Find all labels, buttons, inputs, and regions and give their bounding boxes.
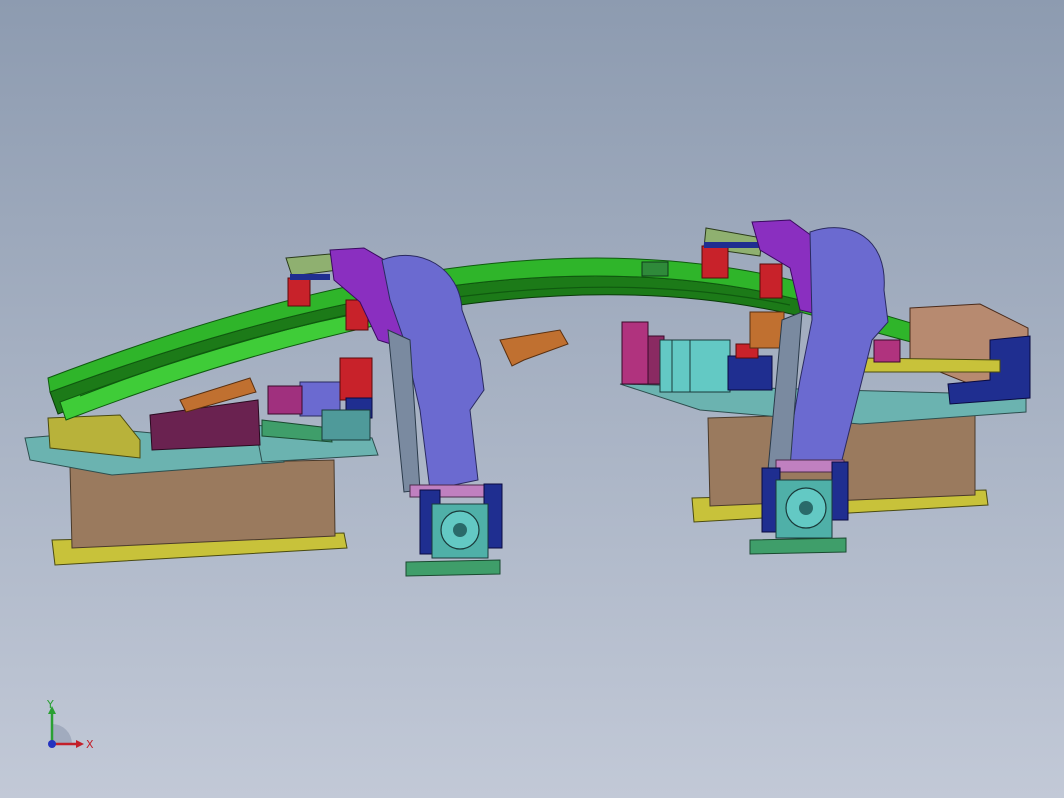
left-red-block (339, 357, 373, 401)
center-green-tab (641, 261, 669, 277)
right-red-pad-1 (701, 245, 729, 279)
right-magenta-small (873, 339, 901, 363)
reference-triad: Y X (46, 698, 94, 751)
left-magenta-small (267, 385, 303, 415)
triad-y-label: Y (46, 698, 54, 711)
right-cylinder-body (659, 339, 731, 393)
triad-x-label: X (86, 738, 94, 751)
graphics-viewport[interactable]: Y X (0, 0, 1064, 798)
fixture-model[interactable] (0, 0, 1064, 798)
center-orange-bracket (499, 329, 569, 367)
triad-x-arrow (76, 740, 84, 748)
right-navy-block (727, 355, 773, 391)
right-orange-block (749, 311, 785, 349)
left-navy-pad (290, 274, 330, 280)
right-red-pad-2 (759, 263, 783, 299)
left-clamp-mount-base (405, 559, 501, 577)
left-clamp-pivot-hub (453, 523, 467, 537)
left-teal-block (321, 409, 371, 441)
right-clamp-pivot-hub (799, 501, 813, 515)
triad-quadrant-shade (52, 724, 72, 744)
right-magenta-frame-1 (621, 321, 649, 385)
right-clamp-mount-base (749, 537, 847, 555)
left-red-pad-1 (287, 277, 311, 307)
triad-z-origin (48, 740, 56, 748)
right-navy-pad (704, 242, 760, 248)
left-magenta-block (149, 399, 261, 451)
left-rail-end-clamp (285, 253, 339, 277)
right-clamp-yoke-right (831, 461, 849, 521)
